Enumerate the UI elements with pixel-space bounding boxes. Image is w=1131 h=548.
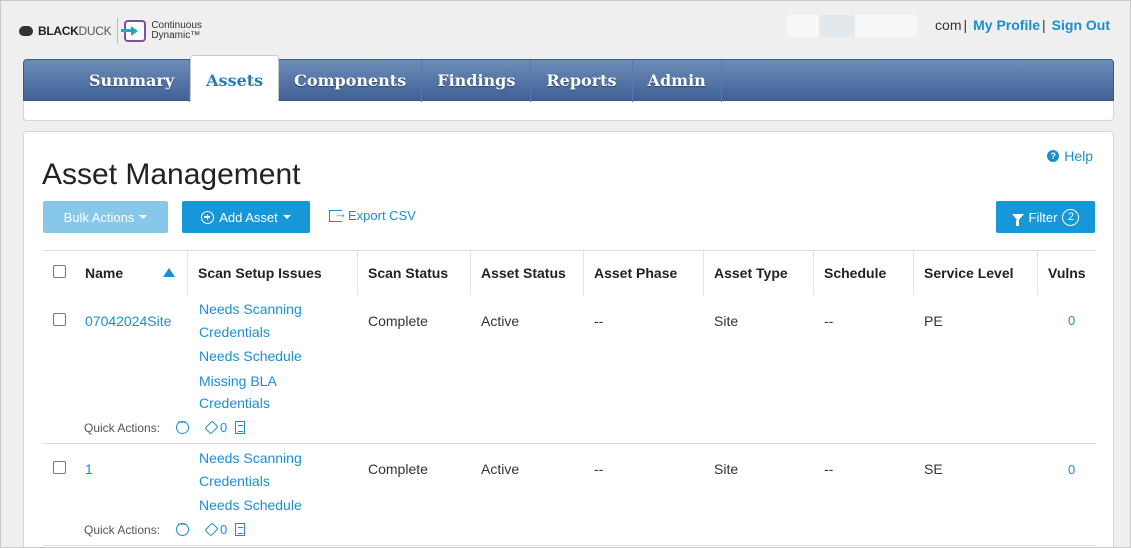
tab-admin[interactable]: Admin	[633, 60, 722, 102]
filter-funnel-icon	[1011, 213, 1024, 226]
my-profile-link[interactable]: My Profile	[973, 17, 1040, 33]
scan-status: Complete	[368, 461, 428, 477]
quick-actions: Quick Actions: 0	[84, 519, 246, 537]
sign-out-link[interactable]: Sign Out	[1052, 17, 1110, 33]
sort-ascending-icon	[163, 268, 175, 277]
service-level: SE	[924, 461, 943, 477]
asset-status: Active	[481, 461, 520, 477]
add-asset-button[interactable]: Add Asset	[182, 201, 310, 233]
export-icon	[329, 206, 347, 222]
asset-phase: --	[594, 313, 604, 329]
asset-name-link[interactable]: 1	[85, 461, 93, 477]
asset-type: Site	[714, 461, 739, 477]
caret-down-icon	[139, 215, 148, 219]
tab-reports[interactable]: Reports	[531, 60, 633, 102]
asset-name-link[interactable]: 07042024Site	[85, 313, 171, 329]
tab-findings[interactable]: Findings	[422, 60, 532, 102]
row-checkbox[interactable]	[53, 313, 66, 326]
filter-count-badge: 2	[1062, 208, 1080, 226]
col-header-name[interactable]: Name	[75, 251, 188, 295]
col-header-scan-status[interactable]: Scan Status	[358, 251, 471, 295]
quick-actions: Quick Actions: 0	[84, 417, 246, 435]
nav-tabs: Summary Assets Components Findings Repor…	[74, 55, 722, 102]
plus-circle-icon	[201, 210, 215, 224]
help-icon: ?	[1047, 150, 1060, 162]
filter-button[interactable]: Filter 2	[996, 201, 1095, 233]
account-links: com | My Profile | Sign Out	[935, 17, 1110, 33]
col-header-schedule[interactable]: Schedule	[814, 251, 914, 295]
continuous-dynamic-icon	[121, 20, 147, 42]
app-frame: BLACKDUCK Continuous Dynamic™ com | My Pr…	[0, 0, 1131, 548]
select-all-checkbox[interactable]	[53, 265, 66, 278]
col-header-asset-phase[interactable]: Asset Phase	[584, 251, 704, 295]
tag-icon	[204, 522, 219, 537]
document-icon[interactable]	[235, 421, 246, 434]
service-level: PE	[924, 313, 943, 329]
scan-setup-issues[interactable]: Needs Scanning Credentials Needs Schedul…	[199, 447, 302, 517]
caret-down-icon	[282, 215, 291, 219]
product-name: Continuous Dynamic™	[151, 20, 202, 41]
logo-divider	[117, 18, 119, 44]
col-header-scan-setup-issues[interactable]: Scan Setup Issues	[188, 251, 358, 295]
tag-icon	[204, 420, 219, 435]
col-header-asset-status[interactable]: Asset Status	[471, 251, 584, 295]
tags-button[interactable]: 0	[204, 522, 227, 537]
table-header: Name Scan Setup Issues Scan Status Asset…	[43, 250, 1096, 295]
redacted-account	[787, 15, 917, 37]
page-title: Asset Management	[42, 158, 301, 191]
vulns-count-link[interactable]: 0	[1068, 462, 1075, 477]
row-divider	[43, 545, 1096, 546]
more-actions-icon[interactable]	[176, 519, 190, 536]
help-link[interactable]: ? Help	[1047, 148, 1093, 164]
scan-status: Complete	[368, 313, 428, 329]
col-header-vulns[interactable]: Vulns	[1038, 251, 1096, 295]
asset-type: Site	[714, 313, 739, 329]
row-divider	[43, 443, 1096, 444]
vulns-count-link[interactable]: 0	[1068, 313, 1075, 328]
schedule: --	[824, 461, 834, 477]
more-actions-icon[interactable]	[176, 417, 190, 434]
col-header-service-level[interactable]: Service Level	[914, 251, 1038, 295]
duck-icon	[19, 24, 35, 38]
asset-phase: --	[594, 461, 604, 477]
asset-management-panel: ? Help Asset Management Bulk Actions Add…	[23, 131, 1114, 547]
export-csv-link[interactable]: Export CSV	[329, 206, 416, 223]
scan-setup-issues[interactable]: Needs Scanning Credentials Needs Schedul…	[199, 298, 302, 415]
document-icon[interactable]	[235, 523, 246, 536]
tab-components[interactable]: Components	[279, 60, 423, 102]
tags-button[interactable]: 0	[204, 420, 227, 435]
account-domain: com	[935, 17, 962, 33]
bulk-actions-button[interactable]: Bulk Actions	[43, 201, 168, 233]
asset-status: Active	[481, 313, 520, 329]
schedule: --	[824, 313, 834, 329]
blackduck-logo: BLACKDUCK Continuous Dynamic™	[19, 18, 202, 44]
row-checkbox[interactable]	[53, 461, 66, 474]
tab-summary[interactable]: Summary	[74, 60, 191, 102]
main-nav: Summary Assets Components Findings Repor…	[23, 55, 1114, 102]
tab-assets[interactable]: Assets	[190, 55, 280, 101]
col-header-asset-type[interactable]: Asset Type	[704, 251, 814, 295]
logo-text: BLACKDUCK	[38, 24, 112, 38]
